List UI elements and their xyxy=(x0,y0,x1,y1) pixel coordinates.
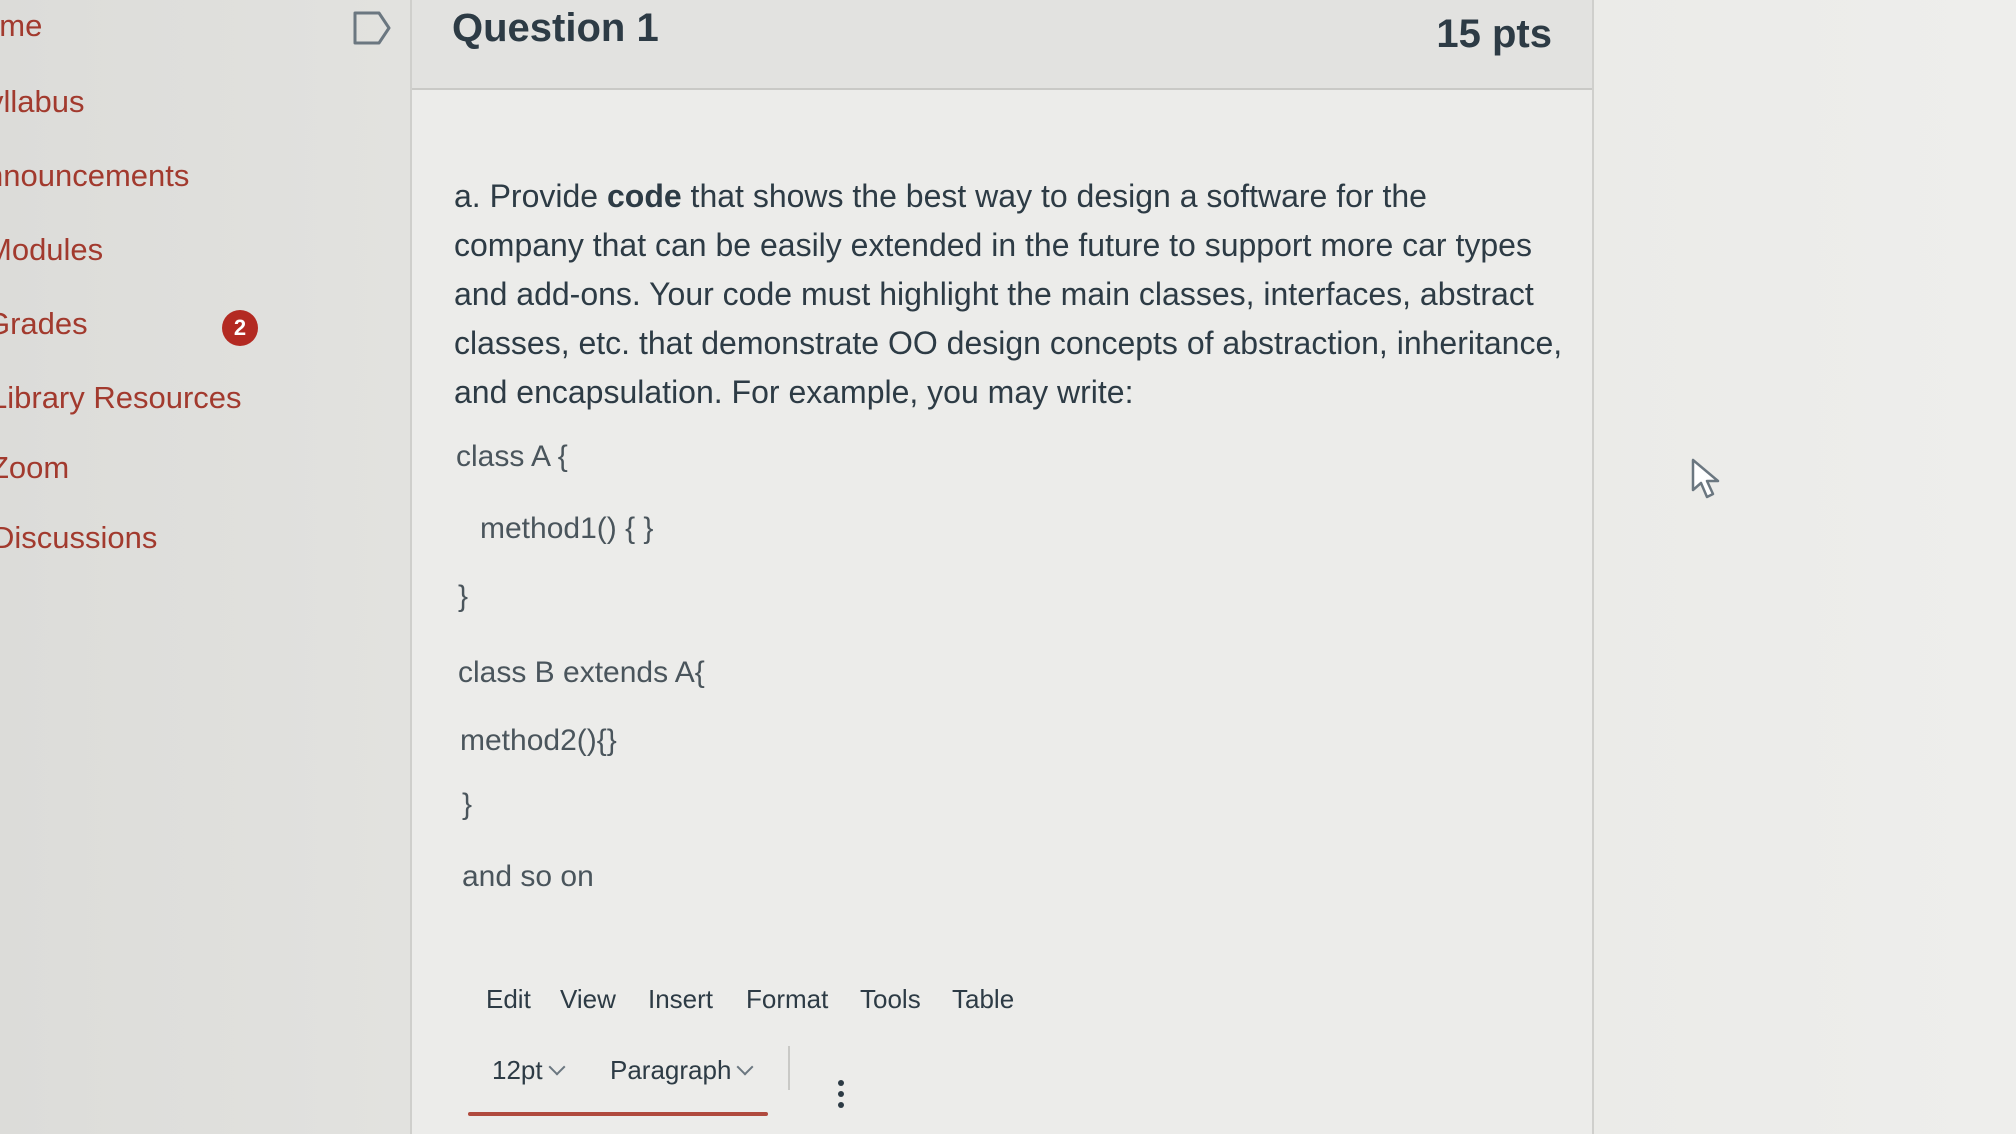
sidebar-item-grades[interactable]: Grades xyxy=(0,306,88,342)
question-title: Question 1 xyxy=(452,6,659,50)
question-panel: Question 1 15 pts a. Provide code that s… xyxy=(410,0,1594,1134)
editor-menu-view[interactable]: View xyxy=(560,984,616,1015)
sidebar-item-modules[interactable]: Modules xyxy=(0,232,103,268)
sidebar-item-zoom[interactable]: Zoom xyxy=(0,450,69,486)
editor-menu-insert[interactable]: Insert xyxy=(648,984,713,1015)
prompt-text-bold: code xyxy=(606,178,682,214)
course-sidebar: ome yllabus nnouncements Modules Grades … xyxy=(0,0,400,1134)
grades-count-badge: 2 xyxy=(222,310,258,346)
code-line: } xyxy=(462,788,473,821)
editor-menu-table[interactable]: Table xyxy=(952,984,1014,1015)
chevron-down-icon xyxy=(548,1058,566,1076)
sidebar-item-library-resources[interactable]: Library Resources xyxy=(0,380,242,416)
editor-menu-tools[interactable]: Tools xyxy=(860,984,921,1015)
block-format-select[interactable]: Paragraph xyxy=(610,1055,754,1086)
font-size-select[interactable]: 12pt xyxy=(492,1055,566,1086)
code-line: class B extends A{ xyxy=(458,656,705,689)
prompt-text-start: a. Provide xyxy=(454,178,607,214)
vertical-ellipsis-icon[interactable] xyxy=(836,1080,846,1116)
code-line: and so on xyxy=(462,860,594,893)
code-line: method2(){} xyxy=(460,724,617,757)
editor-top-edge xyxy=(468,1112,768,1116)
block-format-value: Paragraph xyxy=(610,1055,732,1085)
sidebar-item-home[interactable]: ome xyxy=(0,8,42,44)
code-line: } xyxy=(458,580,469,613)
code-line: class A { xyxy=(456,440,568,473)
font-size-value: 12pt xyxy=(492,1055,543,1085)
page: ome yllabus nnouncements Modules Grades … xyxy=(0,0,2016,1134)
editor-menu-format[interactable]: Format xyxy=(746,984,828,1015)
sidebar-item-discussions[interactable]: Discussions xyxy=(0,520,157,556)
chevron-down-icon xyxy=(736,1058,754,1076)
code-line: method1() { } xyxy=(480,512,654,545)
editor-menu-edit[interactable]: Edit xyxy=(486,984,531,1015)
mouse-pointer-icon xyxy=(1691,458,1720,499)
sidebar-item-announcements[interactable]: nnouncements xyxy=(0,158,189,194)
question-prompt: a. Provide code that shows the best way … xyxy=(454,172,1564,417)
question-points: 15 pts xyxy=(1436,12,1552,56)
question-header: Question 1 15 pts xyxy=(412,0,1592,90)
toolbar-divider xyxy=(788,1046,790,1090)
bookmark-outline-icon[interactable] xyxy=(352,10,392,46)
sidebar-item-syllabus[interactable]: yllabus xyxy=(0,84,85,120)
